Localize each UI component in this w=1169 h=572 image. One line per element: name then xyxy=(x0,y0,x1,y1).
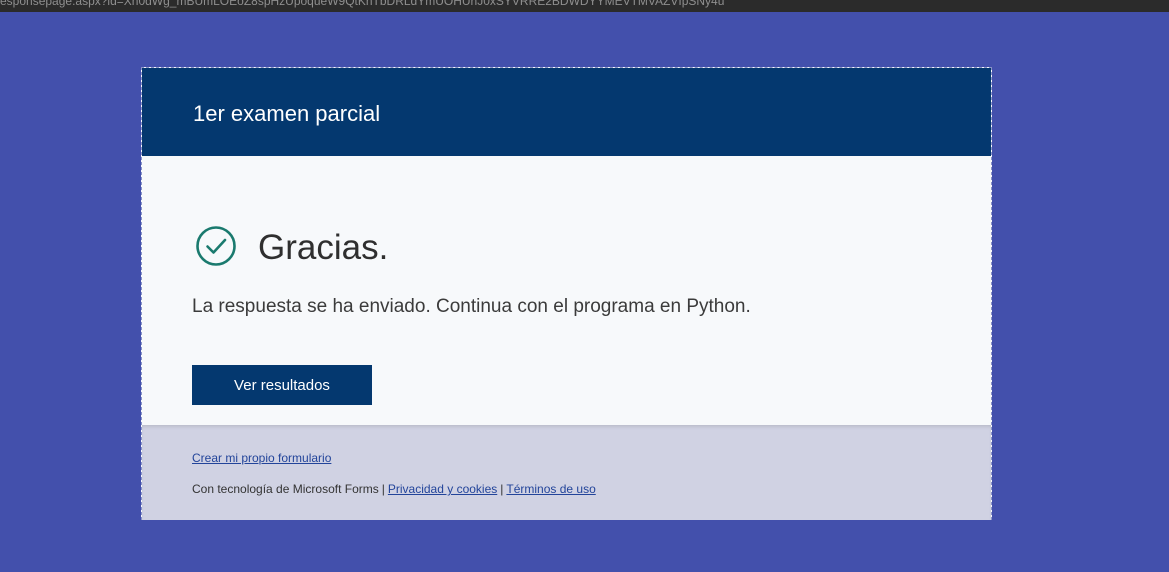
create-form-link[interactable]: Crear mi propio formulario xyxy=(192,451,331,465)
powered-by-text: Con tecnología de Microsoft Forms xyxy=(192,482,379,496)
thanks-heading: Gracias. xyxy=(258,228,389,267)
terms-link[interactable]: Términos de uso xyxy=(506,482,595,496)
form-title: 1er examen parcial xyxy=(193,101,381,126)
form-header: 1er examen parcial xyxy=(142,68,991,156)
browser-address-bar: esponsepage.aspx?id=Xn0dWg_mBUmLOEoZ8spH… xyxy=(0,0,1169,12)
confirmation-message: La respuesta se ha enviado. Continua con… xyxy=(192,296,751,317)
privacy-link[interactable]: Privacidad y cookies xyxy=(388,482,497,496)
footer-separator: | xyxy=(381,482,385,496)
form-card: 1er examen parcial Gracias. La respuesta… xyxy=(141,67,992,520)
footer-legal-line: Con tecnología de Microsoft Forms | Privac… xyxy=(192,482,596,496)
check-circle-icon xyxy=(196,226,236,266)
form-footer: Crear mi propio formulario Con tecnologí… xyxy=(142,425,991,520)
view-results-button[interactable]: Ver resultados xyxy=(192,365,372,405)
address-url[interactable]: esponsepage.aspx?id=Xn0dWg_mBUmLOEoZ8spH… xyxy=(0,0,724,8)
